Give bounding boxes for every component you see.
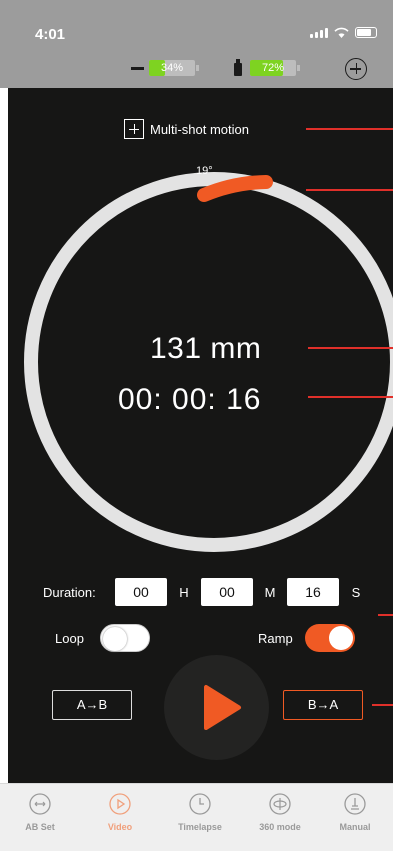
device-battery-2: 72% <box>250 60 300 76</box>
loop-toggle[interactable] <box>100 624 150 652</box>
pointer-line-distance <box>308 347 393 349</box>
wifi-icon <box>334 27 349 38</box>
camera-device-icon <box>234 59 242 76</box>
device-battery-1: 34% <box>149 60 199 76</box>
tab-ab-set[interactable]: AB Set <box>5 792 75 832</box>
signal-icon <box>310 27 328 38</box>
tab-bar: AB Set Video Timelapse 360 mode Manual <box>0 783 393 851</box>
a-to-b-button[interactable]: A→B <box>52 690 132 720</box>
minutes-field[interactable]: 00 <box>201 578 253 606</box>
pointer-line-timer <box>308 396 393 398</box>
tab-label: AB Set <box>25 822 55 832</box>
pointer-line-buttons <box>372 704 393 706</box>
video-icon <box>109 793 131 815</box>
slider-device-icon <box>131 67 144 70</box>
timelapse-icon <box>189 793 211 815</box>
manual-icon <box>344 793 366 815</box>
tab-label: 360 mode <box>259 822 301 832</box>
loop-label: Loop <box>55 631 84 646</box>
add-device-button[interactable] <box>345 58 367 80</box>
device-status-row: 34% 72% <box>0 58 393 82</box>
distance-value: 131 mm <box>150 332 262 365</box>
tab-timelapse[interactable]: Timelapse <box>165 792 235 832</box>
pointer-line-arc <box>306 189 393 191</box>
minutes-unit: M <box>264 584 276 600</box>
hours-field[interactable]: 00 <box>115 578 167 606</box>
plus-icon <box>124 119 144 139</box>
tab-label: Timelapse <box>178 822 222 832</box>
ab-set-icon <box>29 793 51 815</box>
multi-shot-motion-label: Multi-shot motion <box>150 121 249 137</box>
pointer-line-settings <box>378 614 393 616</box>
pointer-line-multishot <box>306 128 393 130</box>
multi-shot-motion-button[interactable]: Multi-shot motion <box>124 119 249 139</box>
play-button[interactable] <box>164 655 269 760</box>
duration-row: Duration: 00 H 00 M 16 S <box>43 578 373 606</box>
status-time: 4:01 <box>35 26 66 43</box>
timer-value: 00: 00: 16 <box>118 383 262 416</box>
ramp-toggle[interactable] <box>305 624 355 652</box>
device-battery-2-text: 72% <box>261 62 285 74</box>
seconds-unit: S <box>351 584 361 600</box>
tab-video[interactable]: Video <box>85 792 155 832</box>
phone-battery-icon <box>355 27 377 38</box>
tab-360-mode[interactable]: 360 mode <box>245 792 315 832</box>
b-to-a-button[interactable]: B→A <box>283 690 363 720</box>
status-icons <box>310 27 377 38</box>
360-mode-icon <box>269 793 291 815</box>
ramp-label: Ramp <box>258 631 293 646</box>
top-bar: 4:01 34% 72% <box>0 0 393 88</box>
tab-label: Manual <box>339 822 371 832</box>
play-icon <box>204 685 241 730</box>
tab-label: Video <box>107 822 133 832</box>
angle-label: 19° <box>196 165 213 177</box>
hours-unit: H <box>179 584 189 600</box>
duration-label: Duration: <box>43 584 96 600</box>
device-battery-1-text: 34% <box>160 62 184 74</box>
tab-manual[interactable]: Manual <box>320 792 390 832</box>
seconds-field[interactable]: 16 <box>287 578 339 606</box>
